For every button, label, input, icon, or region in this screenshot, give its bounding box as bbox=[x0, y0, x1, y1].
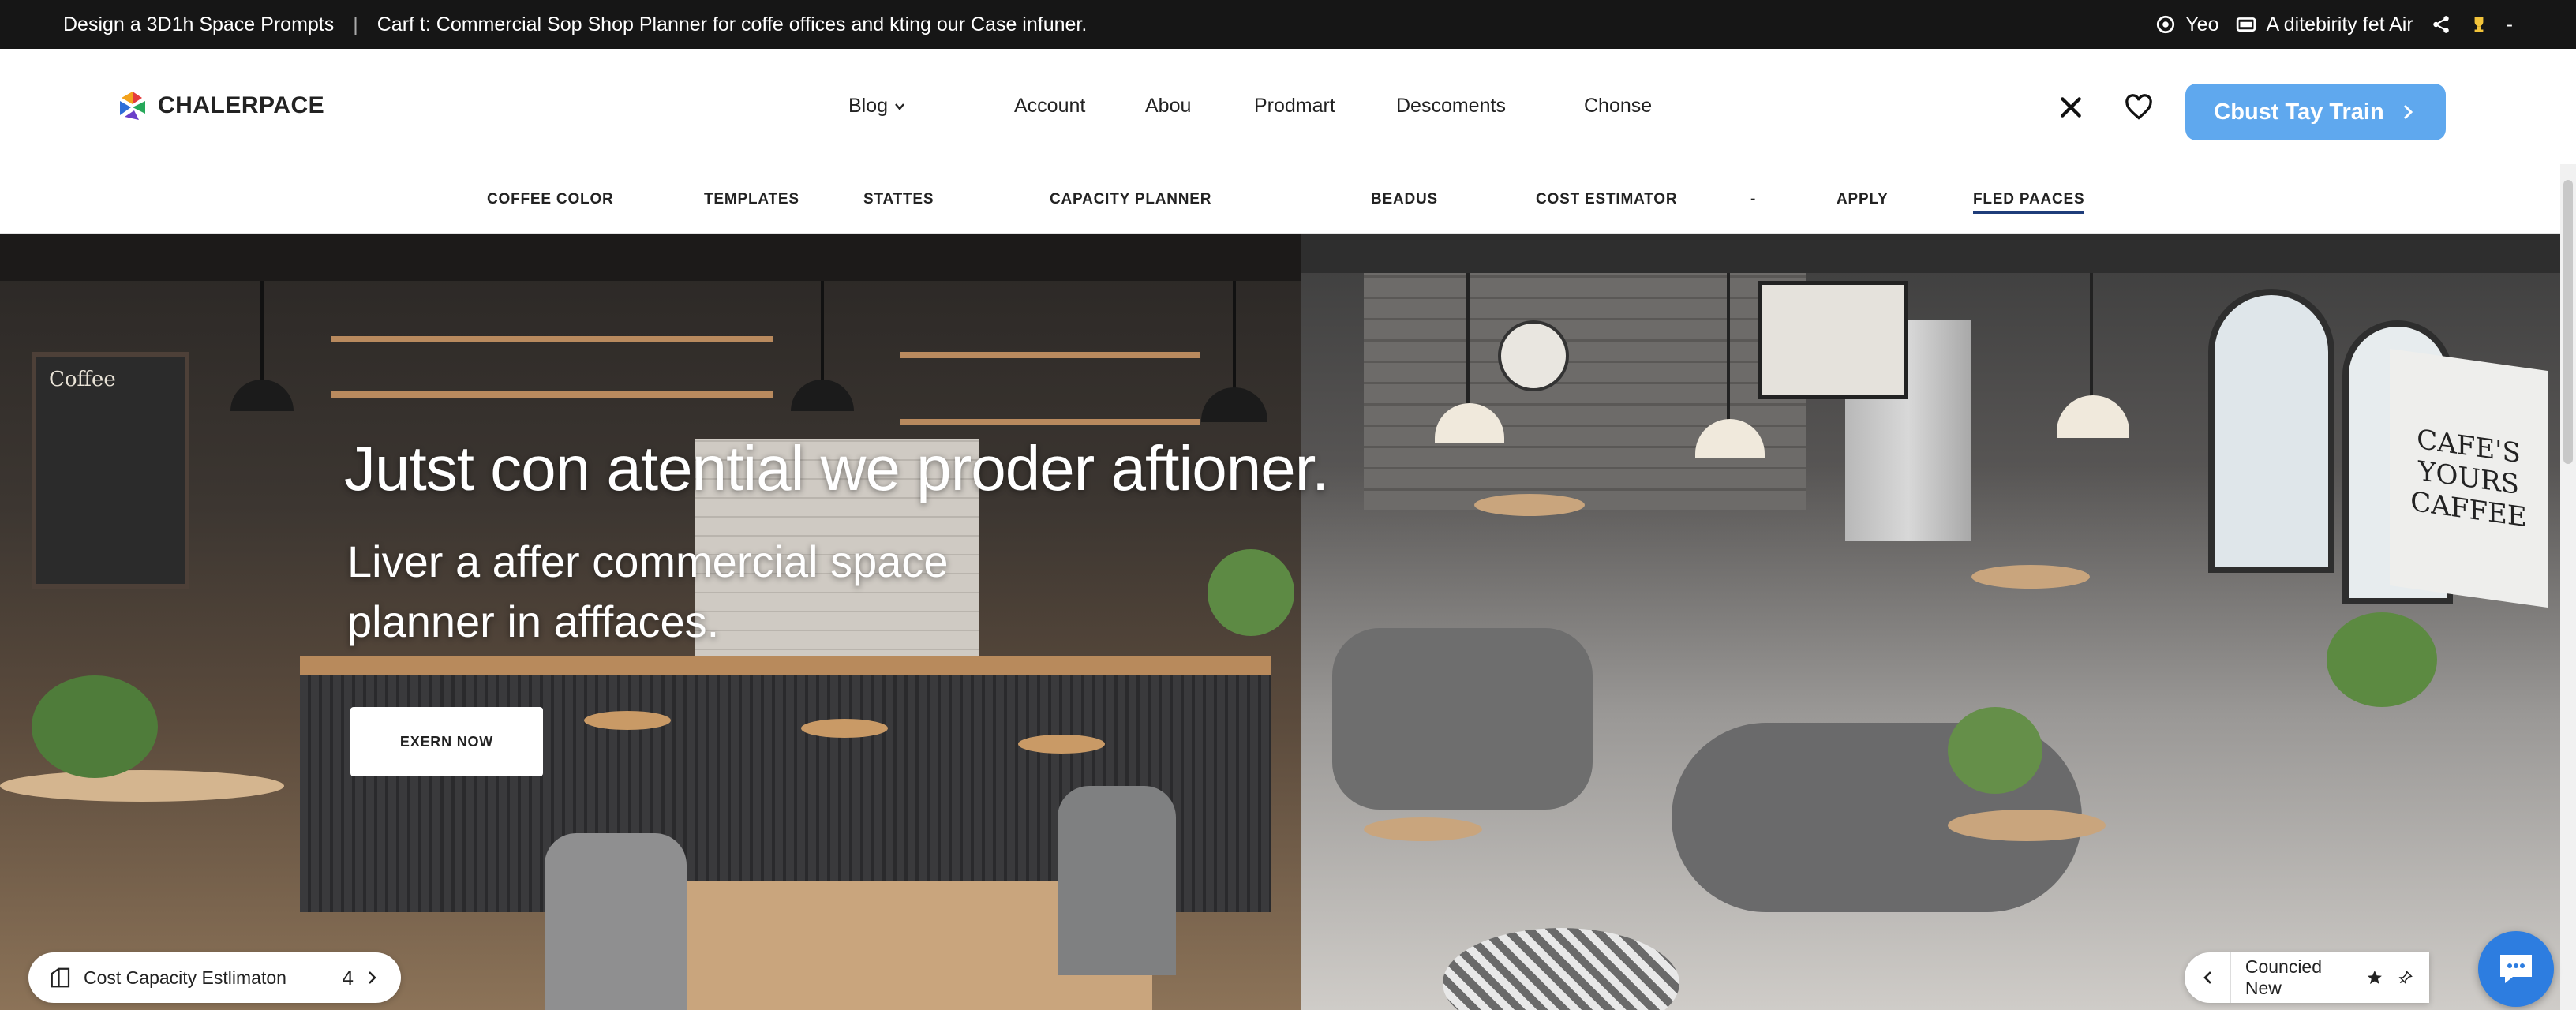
topbar-item-accessibility[interactable]: A ditebirity fet Air bbox=[2236, 13, 2413, 36]
topbar-accessibility-label: A ditebirity fet Air bbox=[2266, 13, 2413, 36]
heart-icon[interactable] bbox=[2125, 93, 2153, 122]
topbar-item-yeo[interactable]: Yeo bbox=[2155, 13, 2218, 36]
store-icon bbox=[51, 967, 70, 988]
pill-divider bbox=[2230, 952, 2231, 1003]
logo[interactable]: CHALERPACE bbox=[115, 88, 324, 123]
share-icon[interactable] bbox=[2431, 14, 2451, 35]
announcement-bar: Design a 3D1h Space Prompts | Carf t: Co… bbox=[0, 0, 2576, 49]
site-header: CHALERPACE Blog Account Abou Prodmart De… bbox=[0, 49, 2576, 164]
subnav-item-beadus[interactable]: BEADUS bbox=[1371, 191, 1438, 208]
topbar-announcement[interactable]: Carf t: Commercial Sop Shop Planner for … bbox=[377, 13, 1088, 36]
cta-button[interactable]: Cbust Tay Train bbox=[2185, 84, 2446, 140]
pin-icon[interactable] bbox=[2398, 969, 2413, 986]
nav-item-prodmart[interactable]: Prodmart bbox=[1254, 95, 1396, 118]
nav-item-label: Blog bbox=[848, 95, 889, 117]
card-icon bbox=[2237, 17, 2256, 32]
scrollbar-thumb[interactable] bbox=[2563, 180, 2573, 464]
subnav-item-templates[interactable]: TEMPLATES bbox=[704, 191, 799, 208]
eye-icon bbox=[2157, 15, 2175, 34]
subnav-item-capacity-planner[interactable]: CAPACITY PLANNER bbox=[1050, 191, 1211, 208]
nav-item-chonse[interactable]: Chonse bbox=[1584, 95, 1652, 118]
nav-item-blog[interactable]: Blog bbox=[848, 95, 976, 118]
pill-label: Cost Capacity Estlimaton bbox=[84, 967, 286, 988]
nav-item-about[interactable]: Abou bbox=[1145, 95, 1254, 118]
pill-right-label: Councied New bbox=[2245, 956, 2323, 998]
close-icon[interactable] bbox=[2058, 95, 2084, 120]
main-nav: Blog Account Abou Prodmart Descoments Ch… bbox=[848, 95, 1652, 118]
topbar-yeo-label: Yeo bbox=[2185, 13, 2219, 36]
star-icon[interactable] bbox=[2366, 968, 2383, 987]
subnav-item-cost-estimator[interactable]: COST ESTIMATOR bbox=[1536, 191, 1677, 208]
hero-section: Coffee CAFE'S YOURS CAFFEE Jutst con ate… bbox=[0, 234, 2560, 1010]
capacity-estimator-pill[interactable]: Cost Capacity Estlimaton 4 bbox=[28, 952, 401, 1003]
chalkboard-text: Coffee bbox=[49, 368, 116, 391]
hero-cta-button[interactable]: EXERN NOW bbox=[350, 707, 543, 776]
logo-mark-icon bbox=[120, 92, 145, 120]
nav-item-account[interactable]: Account bbox=[1014, 95, 1145, 118]
chevron-down-icon bbox=[895, 103, 904, 110]
subnav-item-stattes[interactable]: STATTES bbox=[863, 191, 934, 208]
hero-image-right: CAFE'S YOURS CAFFEE bbox=[1301, 234, 2560, 1010]
hero-subtitle: Liver a affer commercial space planner i… bbox=[347, 537, 949, 646]
chat-button[interactable] bbox=[2478, 931, 2554, 1007]
hero-title: Jutst con atential we proder aftioner. bbox=[344, 433, 1329, 503]
sub-nav: COFFEE COLOR TEMPLATES STATTES CAPACITY … bbox=[0, 164, 2576, 234]
cta-label: Cbust Tay Train bbox=[2214, 99, 2384, 125]
subnav-item-apply[interactable]: APPLY bbox=[1837, 191, 1889, 208]
arrow-right-icon bbox=[2403, 104, 2413, 120]
page-scrollbar[interactable] bbox=[2560, 164, 2576, 1010]
chevron-left-icon[interactable] bbox=[2200, 969, 2216, 986]
chevron-right-icon[interactable] bbox=[365, 970, 380, 986]
subnav-item-fled-paaces[interactable]: FLED PAACES bbox=[1973, 191, 2085, 214]
topbar-separator: | bbox=[353, 13, 358, 36]
topbar-left-text[interactable]: Design a 3D1h Space Prompts bbox=[63, 13, 334, 36]
subnav-item-dash[interactable]: - bbox=[1750, 191, 1756, 208]
chat-icon bbox=[2500, 955, 2532, 983]
logo-text: CHALERPACE bbox=[158, 92, 325, 118]
nav-item-descoments[interactable]: Descoments bbox=[1396, 95, 1584, 118]
councied-new-pill[interactable]: Councied New bbox=[2185, 952, 2429, 1003]
subnav-item-coffee-color[interactable]: COFFEE COLOR bbox=[487, 191, 614, 208]
trophy-icon[interactable] bbox=[2469, 14, 2489, 35]
topbar-dash: - bbox=[2506, 13, 2513, 36]
pill-count: 4 bbox=[342, 965, 354, 989]
cafe-poster-text: CAFE'S YOURS CAFFEE bbox=[2390, 348, 2548, 608]
